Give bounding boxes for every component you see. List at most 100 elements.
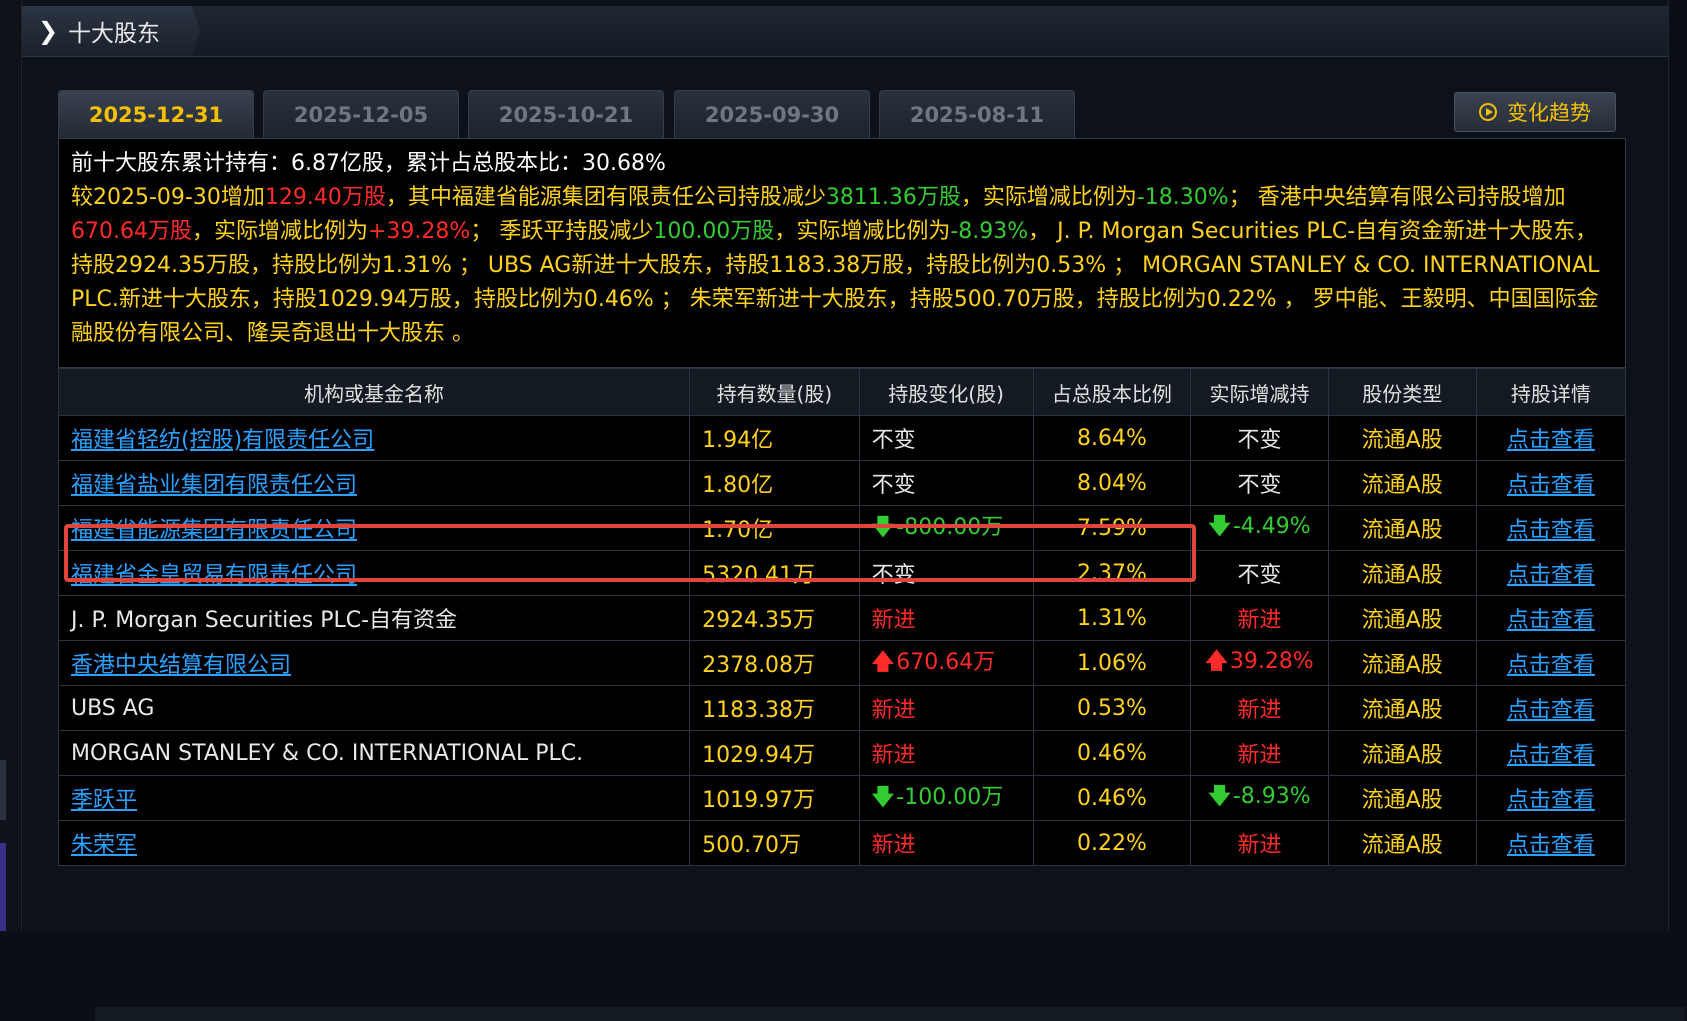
section-title-tab[interactable]: ❯ 十大股东	[22, 6, 200, 56]
cell-holder-name[interactable]: 朱荣军	[57, 820, 691, 866]
summary-total-shares: 6.87亿股	[291, 151, 385, 176]
table-row: 福建省金皇贸易有限责任公司 5320.41万 不变 2.37% 不变 流通A股 点击查看	[57, 550, 1627, 596]
cell-quantity: 5320.41万	[689, 550, 860, 596]
summary-value-down: 3811.36万股	[825, 185, 961, 210]
cell-holder-name[interactable]: 香港中央结算有限公司	[57, 640, 691, 686]
cell-holder-name[interactable]: 福建省盐业集团有限责任公司	[57, 460, 691, 506]
cell-actual-change: 🡅39.28%	[1190, 640, 1329, 686]
column-header-actual[interactable]: 实际增减持	[1190, 368, 1329, 416]
holder-name: MORGAN STANLEY & CO. INTERNATIONAL PLC.	[71, 740, 584, 766]
cell-change: 不变	[858, 415, 1034, 461]
cell-share-type: 流通A股	[1327, 640, 1477, 686]
arrow-down-icon: 🡇	[871, 784, 895, 810]
cell-quantity: 1183.38万	[689, 685, 860, 731]
tab-date-1[interactable]: 2025-12-05	[263, 90, 459, 138]
change-value: -100.00万	[896, 784, 1004, 810]
table-row: 香港中央结算有限公司 2378.08万 🡅670.64万 1.06% 🡅39.28% 流通…	[57, 640, 1627, 686]
cell-quantity: 1.70亿	[689, 505, 860, 551]
summary-text: ，实际增减比例为	[774, 219, 951, 244]
tab-date-2[interactable]: 2025-10-21	[468, 90, 664, 138]
cell-percent: 2.37%	[1032, 550, 1192, 596]
holder-name-link[interactable]: 福建省轻纺(控股)有限责任公司	[71, 428, 374, 453]
summary-change-text: 较2025-09-30增加129.40万股，其中福建省能源集团有限责任公司持股减…	[71, 181, 1613, 351]
trend-button-label: 变化趋势	[1507, 101, 1591, 125]
summary-text: ，其中福建省能源集团有限责任公司持股减少	[385, 185, 826, 210]
cell-change: 不变	[858, 460, 1034, 506]
tab-date-0[interactable]: 2025-12-31	[58, 90, 254, 138]
holders-panel: 2025-12-31 2025-12-05 2025-10-21 2025-09…	[37, 90, 1685, 1021]
cell-holder-name[interactable]: 季跃平	[57, 775, 691, 821]
cell-actual-change: 新进	[1190, 730, 1329, 776]
summary-text: ； 季跃平持股减少	[470, 219, 654, 244]
summary-value-down: 100.00万股	[653, 219, 775, 244]
section-header: ❯ 十大股东	[22, 6, 1668, 57]
arrow-down-icon: 🡇	[1208, 784, 1231, 809]
cell-percent: 1.31%	[1032, 595, 1192, 641]
change-value: 新进	[871, 743, 916, 768]
summary-value-down: -18.30%	[1136, 185, 1229, 210]
cell-holder-name: UBS AG	[57, 685, 691, 731]
actual-change-value: -4.49%	[1232, 514, 1311, 539]
column-header-detail[interactable]: 持股详情	[1475, 368, 1627, 416]
view-detail-link[interactable]: 点击查看	[1475, 505, 1627, 551]
change-value: 不变	[871, 473, 916, 498]
column-header-name[interactable]: 机构或基金名称	[57, 368, 691, 416]
view-detail-link[interactable]: 点击查看	[1475, 460, 1627, 506]
holder-name-link[interactable]: 福建省金皇贸易有限责任公司	[71, 563, 357, 588]
view-detail-link[interactable]: 点击查看	[1475, 640, 1627, 686]
holder-name-link[interactable]: 香港中央结算有限公司	[71, 653, 291, 678]
table-row: MORGAN STANLEY & CO. INTERNATIONAL PLC. 1…	[57, 730, 1627, 776]
column-header-change[interactable]: 持股变化(股)	[858, 368, 1034, 416]
cell-percent: 0.46%	[1032, 730, 1192, 776]
table-row: UBS AG 1183.38万 新进 0.53% 新进 流通A股 点击查看	[57, 685, 1627, 731]
cell-percent: 1.06%	[1032, 640, 1192, 686]
cell-share-type: 流通A股	[1327, 775, 1477, 821]
holder-name-link[interactable]: 福建省能源集团有限责任公司	[71, 518, 357, 543]
arrow-up-icon: 🡅	[871, 649, 895, 675]
section-title: 十大股东	[68, 21, 160, 47]
cell-quantity: 1019.97万	[689, 775, 860, 821]
holder-name-link[interactable]: 朱荣军	[71, 833, 137, 858]
view-detail-link[interactable]: 点击查看	[1475, 685, 1627, 731]
cell-change: 新进	[858, 595, 1034, 641]
table-row: 福建省能源集团有限责任公司 1.70亿 🡇-800.00万 7.59% 🡇-4.49% 流…	[57, 505, 1627, 551]
column-header-pct[interactable]: 占总股本比例	[1032, 368, 1192, 416]
cell-holder-name[interactable]: 福建省能源集团有限责任公司	[57, 505, 691, 551]
cell-percent: 0.46%	[1032, 775, 1192, 821]
table-row: J. P. Morgan Securities PLC-自有资金 2924.35万…	[57, 595, 1627, 641]
view-detail-link[interactable]: 点击查看	[1475, 550, 1627, 596]
cell-quantity: 2378.08万	[689, 640, 860, 686]
change-value: 670.64万	[896, 649, 996, 675]
change-value: 不变	[871, 563, 916, 588]
left-edge-marker	[0, 760, 6, 820]
view-detail-link[interactable]: 点击查看	[1475, 820, 1627, 866]
holder-name-link[interactable]: 季跃平	[71, 788, 137, 813]
view-detail-link[interactable]: 点击查看	[1475, 730, 1627, 776]
arrow-up-icon: 🡅	[1205, 649, 1228, 674]
tab-date-4[interactable]: 2025-08-11	[879, 90, 1075, 138]
table-row: 福建省轻纺(控股)有限责任公司 1.94亿 不变 8.64% 不变 流通A股 点击查看	[57, 415, 1627, 461]
cell-change: 🡇-100.00万	[858, 775, 1034, 821]
actual-change-value: 39.28%	[1229, 649, 1314, 674]
cell-actual-change: 新进	[1190, 820, 1329, 866]
cell-holder-name[interactable]: 福建省金皇贸易有限责任公司	[57, 550, 691, 596]
cell-change: 🡇-800.00万	[858, 505, 1034, 551]
view-detail-link[interactable]: 点击查看	[1475, 595, 1627, 641]
cell-holder-name[interactable]: 福建省轻纺(控股)有限责任公司	[57, 415, 691, 461]
column-header-type[interactable]: 股份类型	[1327, 368, 1477, 416]
change-value: 新进	[871, 608, 916, 633]
cell-actual-change: 不变	[1190, 460, 1329, 506]
summary-text: ； 香港中央结算有限公司持股增加	[1228, 185, 1566, 210]
table-row: 季跃平 1019.97万 🡇-100.00万 0.46% 🡇-8.93% 流通A股 点击查看	[57, 775, 1627, 821]
summary-box: 前十大股东累计持有：6.87亿股，累计占总股本比：30.68% 较2025-09…	[58, 138, 1626, 368]
holder-name-link[interactable]: 福建省盐业集团有限责任公司	[71, 473, 357, 498]
cell-change: 新进	[858, 730, 1034, 776]
change-value: 新进	[871, 833, 916, 858]
tab-date-3[interactable]: 2025-09-30	[674, 90, 870, 138]
view-detail-link[interactable]: 点击查看	[1475, 415, 1627, 461]
view-detail-link[interactable]: 点击查看	[1475, 775, 1627, 821]
cell-percent: 0.22%	[1032, 820, 1192, 866]
column-header-qty[interactable]: 持有数量(股)	[689, 368, 860, 416]
summary-value-up: 670.64万股	[71, 219, 192, 244]
trend-button[interactable]: 变化趋势	[1454, 92, 1616, 132]
